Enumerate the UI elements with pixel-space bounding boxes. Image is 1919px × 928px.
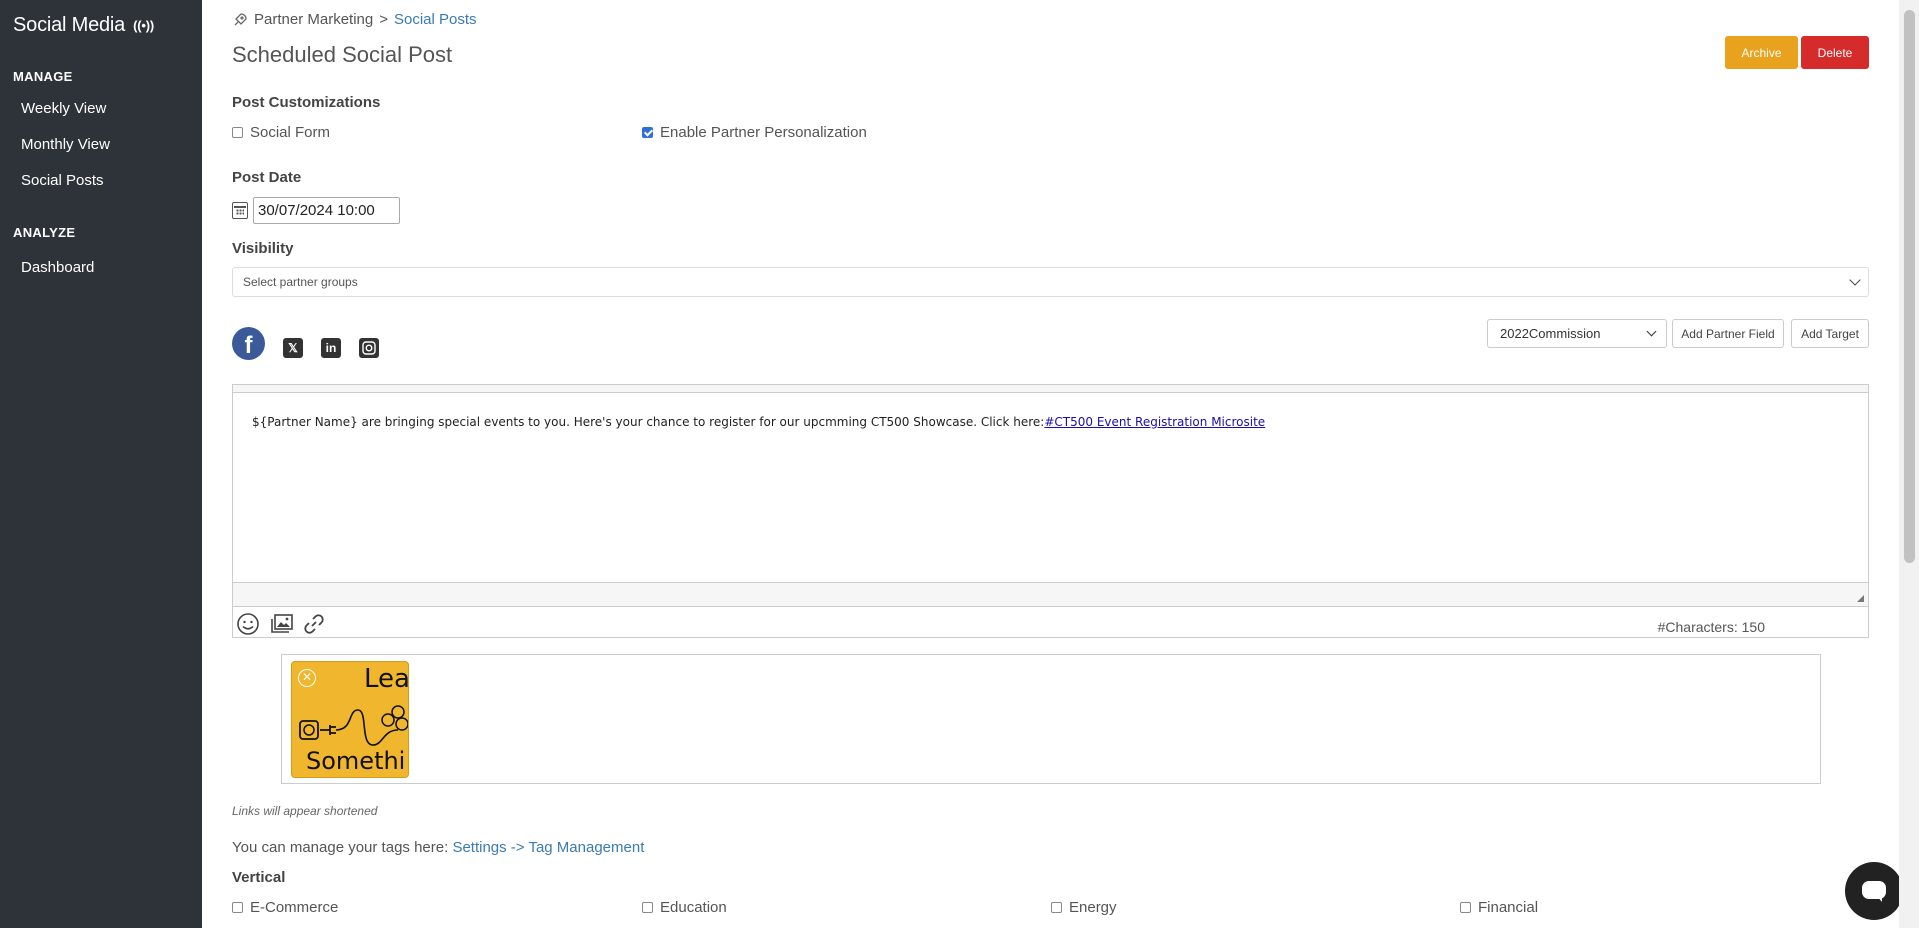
post-date-input[interactable] [253,197,400,224]
vertical-option-label: Energy [1069,899,1117,916]
vertical-option-label: E-Commerce [250,899,339,916]
editor-content[interactable]: ${Partner Name} are bringing special eve… [233,393,1868,451]
main-content: Partner Marketing > Social Posts Schedul… [202,0,1899,928]
vertical-option[interactable]: Energy [1051,899,1117,916]
breadcrumb: Partner Marketing > Social Posts [232,11,477,28]
facebook-icon[interactable]: f [232,327,265,360]
add-target-button[interactable]: Add Target [1791,319,1869,348]
emoji-icon[interactable] [236,612,260,636]
rocket-icon [234,12,247,25]
partner-personalization-label: Enable Partner Personalization [660,124,867,141]
post-editor[interactable]: ${Partner Name} are bringing special eve… [232,384,1869,638]
social-form-checkbox[interactable] [232,127,243,138]
sidebar-item-social-posts[interactable]: Social Posts [21,172,104,189]
tag-management-link[interactable]: Settings -> Tag Management [452,839,644,856]
editor-link[interactable]: #CT500 Event Registration Microsite [1044,415,1265,429]
sidebar-item-monthly-view[interactable]: Monthly View [21,136,110,153]
vertical-checkbox[interactable] [232,902,243,913]
partner-field-select-value: 2022Commission [1500,326,1601,341]
remove-image-icon[interactable]: ✕ [298,669,316,687]
vertical-option[interactable]: Education [642,899,727,916]
post-date-field [232,197,400,224]
partner-groups-placeholder: Select partner groups [243,275,358,289]
chat-launcher-button[interactable] [1845,862,1903,920]
section-analyze: ANALYZE [13,225,76,240]
attached-media: Lea Somethi ✕ [281,654,1821,784]
broadcast-icon: ((•)) [133,18,154,33]
instagram-icon[interactable] [359,337,379,358]
partner-groups-select[interactable]: Select partner groups [232,267,1869,297]
delete-button[interactable]: Delete [1801,36,1869,69]
breadcrumb-separator: > [379,11,388,28]
page-scrollbar[interactable] [1899,0,1919,928]
app-title-label: Social Media [13,14,126,36]
section-manage: MANAGE [13,69,73,84]
plug-illustration-icon [299,705,408,746]
social-form-label: Social Form [250,124,331,141]
image-icon[interactable] [270,612,294,636]
vertical-heading: Vertical [232,869,286,886]
vertical-checkbox[interactable] [1460,902,1471,913]
character-count: #Characters: 150 [1657,619,1765,635]
sidebar-item-weekly-view[interactable]: Weekly View [21,100,106,117]
image-thumbnail[interactable]: Lea Somethi ✕ [291,661,409,778]
page-title: Scheduled Social Post [232,42,453,67]
add-partner-field-button[interactable]: Add Partner Field [1672,319,1784,348]
thumbnail-text-bottom: Somethi [306,747,406,775]
linkedin-icon[interactable]: in [321,337,341,358]
editor-text: ${Partner Name} are bringing special eve… [252,415,1045,429]
links-note: Links will appear shortened [232,804,378,818]
chevron-down-icon [1849,274,1861,286]
post-customizations-heading: Post Customizations [232,94,381,111]
partner-personalization-option[interactable]: Enable Partner Personalization [642,124,867,141]
chat-bubble-icon [1862,881,1886,902]
visibility-heading: Visibility [232,240,294,257]
app-title[interactable]: Social Media ((•)) [13,14,154,37]
link-icon[interactable] [302,612,326,636]
editor-top-bar [233,385,1868,393]
calendar-icon[interactable] [232,202,248,219]
tags-prefix: You can manage your tags here: [232,839,449,856]
vertical-option[interactable]: Financial [1460,899,1538,916]
editor-tools: #Characters: 150 [233,606,1868,639]
partner-field-select[interactable]: 2022Commission [1487,319,1667,348]
vertical-option[interactable]: E-Commerce [232,899,338,916]
breadcrumb-current[interactable]: Social Posts [394,11,477,28]
partner-personalization-checkbox[interactable] [642,127,653,138]
post-date-heading: Post Date [232,169,302,186]
x-icon[interactable]: 𝕏 [283,337,303,358]
tags-info: You can manage your tags here: Settings … [232,839,644,856]
vertical-option-label: Education [660,899,727,916]
thumbnail-text-top: Lea [364,664,409,694]
archive-button[interactable]: Archive [1725,36,1798,69]
social-network-selector: f 𝕏 in [232,327,379,360]
social-form-option[interactable]: Social Form [232,124,330,141]
editor-resize-bar [233,582,1868,606]
chevron-down-icon [1646,326,1657,337]
vertical-option-label: Financial [1478,899,1539,916]
vertical-checkbox[interactable] [642,902,653,913]
breadcrumb-parent: Partner Marketing [254,11,374,28]
scrollbar-thumb[interactable] [1904,10,1915,563]
vertical-checkbox[interactable] [1051,902,1062,913]
resize-handle-icon[interactable] [1857,595,1864,602]
sidebar: Social Media ((•)) MANAGE Weekly View Mo… [0,0,202,928]
sidebar-item-dashboard[interactable]: Dashboard [21,259,94,276]
